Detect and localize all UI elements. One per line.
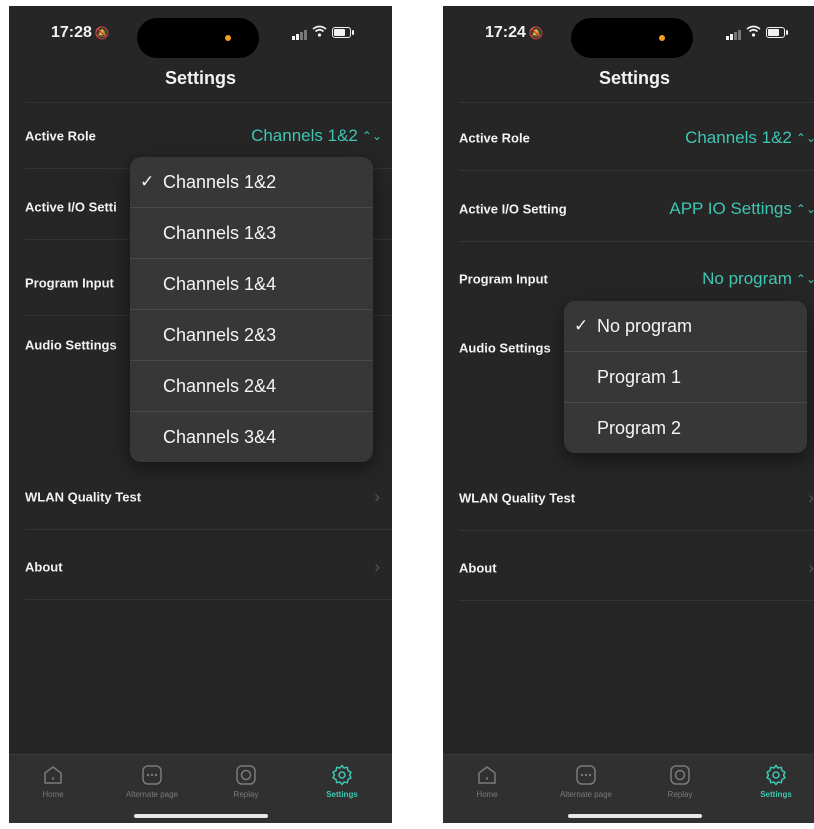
wifi-icon <box>312 25 327 40</box>
row-about[interactable]: About › <box>443 535 814 601</box>
mic-indicator-dot <box>225 35 231 41</box>
dropdown-option[interactable]: ✓ No program <box>564 301 807 352</box>
row-value: Channels 1&2 <box>251 126 358 145</box>
page-title: Settings <box>598 68 670 88</box>
battery-icon <box>332 27 351 38</box>
tab-settings[interactable]: Settings <box>299 763 385 799</box>
dropdown-option[interactable]: Channels 1&3 <box>130 208 373 259</box>
dynamic-island <box>137 18 259 58</box>
page-title: Settings <box>164 68 236 88</box>
signal-icon <box>726 30 741 40</box>
home-icon <box>444 763 530 787</box>
tab-replay[interactable]: Replay <box>203 763 289 799</box>
row-label: Active I/O Setti <box>25 199 117 215</box>
status-time: 17:28 <box>51 24 92 41</box>
dropdown-option[interactable]: Channels 1&4 <box>130 259 373 310</box>
row-value: APP IO Settings <box>669 199 792 218</box>
silent-bell-icon: 🔕 <box>528 26 544 40</box>
updown-chevron-icon: ⌃⌄ <box>795 131 814 145</box>
dropdown-option[interactable]: Program 1 <box>564 352 807 403</box>
settings-gear-icon <box>299 763 385 787</box>
row-label: WLAN Quality Test <box>25 489 142 505</box>
dropdown-option[interactable]: Program 2 <box>564 403 807 453</box>
dropdown-option[interactable]: Channels 2&4 <box>130 361 373 412</box>
signal-icon <box>292 30 307 40</box>
tab-home[interactable]: Home <box>10 763 96 799</box>
chevron-right-icon: › <box>808 558 814 577</box>
row-about[interactable]: About › <box>9 534 392 600</box>
tab-alternate-page[interactable]: Alternate page <box>109 763 195 799</box>
row-wlan-quality-test[interactable]: WLAN Quality Test › <box>9 464 392 530</box>
row-value: Channels 1&2 <box>685 128 792 147</box>
home-indicator[interactable] <box>567 814 702 818</box>
row-label: Active Role <box>459 130 530 146</box>
settings-gear-icon <box>733 763 814 787</box>
mic-indicator-dot <box>659 35 665 41</box>
dropdown-option[interactable]: Channels 2&3 <box>130 310 373 361</box>
divider <box>459 102 814 103</box>
alternate-page-icon <box>109 763 195 787</box>
active-role-select[interactable]: Channels 1&2 ⌃⌄ <box>251 126 382 146</box>
row-active-role[interactable]: Active Role Channels 1&2 ⌃⌄ <box>443 105 814 171</box>
row-label: Audio Settings <box>25 337 117 353</box>
silent-bell-icon: 🔕 <box>94 26 110 40</box>
tab-alternate-page[interactable]: Alternate page <box>543 763 629 799</box>
battery-icon <box>766 27 785 38</box>
row-label: Audio Settings <box>459 340 551 356</box>
row-label: WLAN Quality Test <box>459 490 576 506</box>
phone-screen-left: 17:28 🔕 Settings Active Role Channels 1&2… <box>9 6 392 823</box>
dropdown-option[interactable]: Channels 3&4 <box>130 412 373 462</box>
updown-chevron-icon: ⌃⌄ <box>795 202 814 216</box>
replay-icon <box>203 763 289 787</box>
chevron-right-icon: › <box>374 557 380 576</box>
program-input-select[interactable]: No program ⌃⌄ <box>702 269 814 289</box>
updown-chevron-icon: ⌃⌄ <box>795 272 814 286</box>
row-label: Active I/O Setting <box>459 201 567 217</box>
tab-bar: Home Alternate page Replay Settings <box>443 754 814 823</box>
row-label: Program Input <box>25 275 114 291</box>
replay-icon <box>637 763 723 787</box>
tab-home[interactable]: Home <box>444 763 530 799</box>
active-role-select[interactable]: Channels 1&2 ⌃⌄ <box>685 128 814 148</box>
tab-replay[interactable]: Replay <box>637 763 723 799</box>
chevron-right-icon: › <box>808 488 814 507</box>
dynamic-island <box>571 18 693 58</box>
row-value: No program <box>702 269 792 288</box>
phone-screen-right: 17:24 🔕 Settings Active Role Channels 1&2… <box>443 6 814 823</box>
row-wlan-quality-test[interactable]: WLAN Quality Test › <box>443 465 814 531</box>
chevron-right-icon: › <box>374 487 380 506</box>
row-label: Program Input <box>459 271 548 287</box>
checkmark-icon: ✓ <box>574 316 589 335</box>
home-icon <box>10 763 96 787</box>
row-label: About <box>25 559 63 575</box>
row-active-io-setting[interactable]: Active I/O Setting APP IO Settings ⌃⌄ <box>443 176 814 242</box>
wifi-icon <box>746 25 761 40</box>
updown-chevron-icon: ⌃⌄ <box>361 129 382 143</box>
status-bar: 17:24 🔕 <box>443 6 814 64</box>
home-indicator[interactable] <box>133 814 268 818</box>
row-label: Active Role <box>25 128 96 144</box>
io-setting-select[interactable]: APP IO Settings ⌃⌄ <box>669 199 814 219</box>
row-label: About <box>459 560 497 576</box>
tab-settings[interactable]: Settings <box>733 763 814 799</box>
dropdown-option[interactable]: ✓ Channels 1&2 <box>130 157 373 208</box>
status-bar: 17:28 🔕 <box>9 6 392 64</box>
checkmark-icon: ✓ <box>140 172 155 191</box>
active-role-dropdown: ✓ Channels 1&2 Channels 1&3 Channels 1&4… <box>130 157 373 462</box>
status-time: 17:24 <box>485 24 526 41</box>
program-input-dropdown: ✓ No program Program 1 Program 2 <box>564 301 807 453</box>
tab-bar: Home Alternate page Replay Settings <box>9 754 392 823</box>
system-icons <box>292 25 362 40</box>
system-icons <box>726 25 796 40</box>
alternate-page-icon <box>543 763 629 787</box>
